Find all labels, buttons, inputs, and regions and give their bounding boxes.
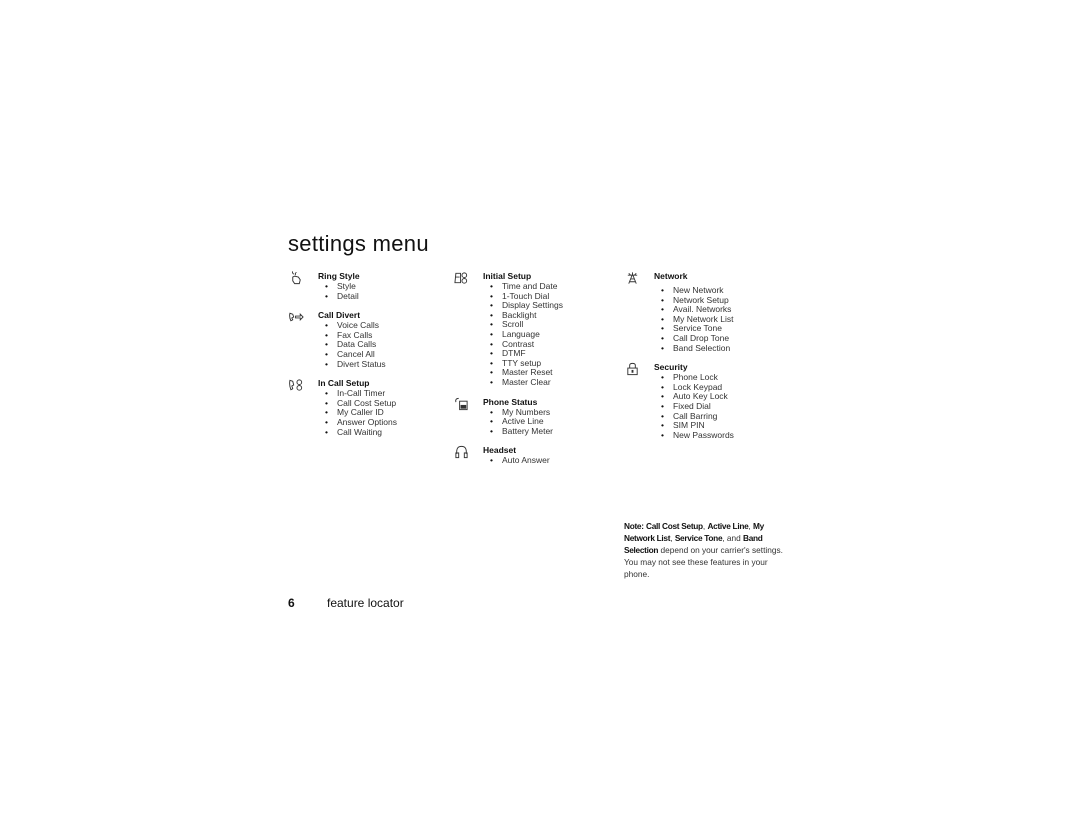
group-heading: Phone Status <box>483 396 538 407</box>
menu-group-call-divert: Call Divert Voice Calls Fax Calls Data C… <box>288 310 397 369</box>
settings-column-1: Ring Style Style Detail Call Divert Voic… <box>288 271 397 437</box>
menu-group-headset: Headset Auto Answer <box>453 445 563 466</box>
carrier-note: Note: Call Cost Setup, Active Line, My N… <box>624 520 792 580</box>
section-label: feature locator <box>327 596 404 610</box>
note-term: Service Tone <box>674 533 723 543</box>
group-heading: Ring Style <box>318 271 360 281</box>
settings-column-3: Network New Network Network Setup Avail.… <box>624 271 734 440</box>
note-term: Active Line <box>707 521 749 531</box>
menu-item: Master Clear <box>490 377 563 388</box>
item-list: New Network Network Setup Avail. Network… <box>654 285 734 354</box>
note-label: Note: <box>624 521 644 531</box>
menu-group-network: Network New Network Network Setup Avail.… <box>624 271 734 353</box>
initial-setup-icon <box>453 271 469 285</box>
group-heading: Network <box>654 271 688 281</box>
page-title: settings menu <box>288 231 429 256</box>
call-divert-icon <box>288 310 304 324</box>
menu-item: Detail <box>325 291 397 302</box>
menu-item: Band Selection <box>661 343 734 354</box>
settings-column-2: Initial Setup Time and Date 1-Touch Dial… <box>453 271 563 466</box>
note-separator: , and <box>722 533 744 543</box>
item-list: In-Call Timer Call Cost Setup My Caller … <box>318 389 397 437</box>
menu-item: Auto Answer <box>490 456 563 466</box>
menu-item: Style <box>325 281 397 292</box>
item-list: Phone Lock Lock Keypad Auto Key Lock Fix… <box>654 373 734 440</box>
item-list: My Numbers Active Line Battery Meter <box>483 407 563 437</box>
network-icon <box>624 271 640 285</box>
in-call-setup-icon <box>288 378 304 392</box>
page-number: 6 <box>288 596 295 610</box>
menu-item: Divert Status <box>325 359 397 370</box>
menu-item: Battery Meter <box>490 426 563 437</box>
menu-group-ring-style: Ring Style Style Detail <box>288 271 397 301</box>
menu-group-in-call-setup: In Call Setup In-Call Timer Call Cost Se… <box>288 378 397 437</box>
ring-style-icon <box>288 271 304 285</box>
item-list: Voice Calls Fax Calls Data Calls Cancel … <box>318 321 397 369</box>
headset-icon <box>453 445 469 459</box>
security-icon <box>624 362 640 376</box>
item-list: Time and Date 1-Touch Dial Display Setti… <box>483 281 563 388</box>
menu-item: Contrast <box>490 339 563 350</box>
menu-item: Call Waiting <box>325 427 397 438</box>
menu-item: New Passwords <box>661 430 734 441</box>
menu-item: Backlight <box>490 310 563 321</box>
menu-group-initial-setup: Initial Setup Time and Date 1-Touch Dial… <box>453 271 563 388</box>
menu-group-phone-status: Phone Status My Numbers Active Line Batt… <box>453 397 563 437</box>
menu-group-security: Security Phone Lock Lock Keypad Auto Key… <box>624 362 734 440</box>
item-list: Style Detail <box>318 281 397 302</box>
note-term: Call Cost Setup <box>646 521 703 531</box>
item-list: Auto Answer <box>483 456 563 466</box>
phone-status-icon <box>453 397 469 411</box>
